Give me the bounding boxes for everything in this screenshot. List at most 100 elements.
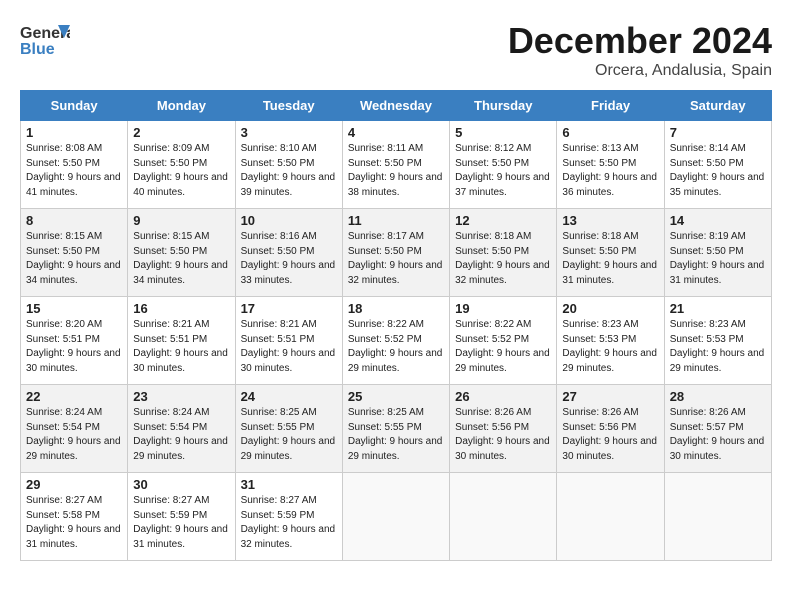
day-number: 31 (241, 477, 337, 492)
day-number: 6 (562, 125, 658, 140)
day-number: 4 (348, 125, 444, 140)
calendar-cell: 26 Sunrise: 8:26 AMSunset: 5:56 PMDayligh… (450, 385, 557, 473)
day-number: 29 (26, 477, 122, 492)
weekday-header-monday: Monday (128, 91, 235, 121)
page-header: General Blue December 2024 Orcera, Andal… (20, 20, 772, 80)
calendar-week-4: 22 Sunrise: 8:24 AMSunset: 5:54 PMDayligh… (21, 385, 772, 473)
day-number: 30 (133, 477, 229, 492)
day-number: 3 (241, 125, 337, 140)
title-block: December 2024 Orcera, Andalusia, Spain (508, 20, 772, 80)
calendar-cell: 14 Sunrise: 8:19 AMSunset: 5:50 PMDayligh… (664, 209, 771, 297)
calendar-cell: 10 Sunrise: 8:16 AMSunset: 5:50 PMDayligh… (235, 209, 342, 297)
day-number: 18 (348, 301, 444, 316)
day-info: Sunrise: 8:15 AMSunset: 5:50 PMDaylight:… (133, 230, 229, 288)
day-info: Sunrise: 8:26 AMSunset: 5:57 PMDaylight:… (670, 406, 766, 464)
calendar-cell: 19Sunrise: 8:22 AMSunset: 5:52 PMDayligh… (450, 297, 557, 385)
day-info: Sunrise: 8:12 AMSunset: 5:50 PMDaylight:… (455, 142, 551, 200)
day-info: Sunrise: 8:27 AMSunset: 5:59 PMDaylight:… (133, 494, 229, 552)
calendar-cell: 25Sunrise: 8:25 AMSunset: 5:55 PMDayligh… (342, 385, 449, 473)
day-number: 1 (26, 125, 122, 140)
calendar-cell: 20Sunrise: 8:23 AMSunset: 5:53 PMDayligh… (557, 297, 664, 385)
day-info: Sunrise: 8:22 AMSunset: 5:52 PMDaylight:… (348, 318, 444, 376)
weekday-header-wednesday: Wednesday (342, 91, 449, 121)
day-info: Sunrise: 8:27 AMSunset: 5:58 PMDaylight:… (26, 494, 122, 552)
day-number: 2 (133, 125, 229, 140)
day-number: 5 (455, 125, 551, 140)
day-info: Sunrise: 8:13 AMSunset: 5:50 PMDaylight:… (562, 142, 658, 200)
weekday-header-tuesday: Tuesday (235, 91, 342, 121)
day-info: Sunrise: 8:24 AMSunset: 5:54 PMDaylight:… (133, 406, 229, 464)
calendar-cell: 4 Sunrise: 8:11 AMSunset: 5:50 PMDaylight… (342, 121, 449, 209)
calendar-cell: 9Sunrise: 8:15 AMSunset: 5:50 PMDaylight… (128, 209, 235, 297)
calendar-cell: 24 Sunrise: 8:25 AMSunset: 5:55 PMDayligh… (235, 385, 342, 473)
day-info: Sunrise: 8:17 AMSunset: 5:50 PMDaylight:… (348, 230, 444, 288)
day-number: 13 (562, 213, 658, 228)
calendar-cell: 15 Sunrise: 8:20 AMSunset: 5:51 PMDayligh… (21, 297, 128, 385)
calendar-week-2: 8 Sunrise: 8:15 AMSunset: 5:50 PMDaylight… (21, 209, 772, 297)
month-title: December 2024 (508, 20, 772, 62)
calendar-cell (342, 473, 449, 561)
day-number: 12 (455, 213, 551, 228)
day-number: 22 (26, 389, 122, 404)
day-number: 16 (133, 301, 229, 316)
day-info: Sunrise: 8:23 AMSunset: 5:53 PMDaylight:… (562, 318, 658, 376)
day-number: 14 (670, 213, 766, 228)
calendar-cell: 23 Sunrise: 8:24 AMSunset: 5:54 PMDayligh… (128, 385, 235, 473)
weekday-header-saturday: Saturday (664, 91, 771, 121)
day-info: Sunrise: 8:23 AMSunset: 5:53 PMDaylight:… (670, 318, 766, 376)
day-number: 11 (348, 213, 444, 228)
calendar-cell (557, 473, 664, 561)
day-number: 23 (133, 389, 229, 404)
day-number: 17 (241, 301, 337, 316)
day-info: Sunrise: 8:24 AMSunset: 5:54 PMDaylight:… (26, 406, 122, 464)
calendar-cell: 11 Sunrise: 8:17 AMSunset: 5:50 PMDayligh… (342, 209, 449, 297)
calendar-cell: 29 Sunrise: 8:27 AMSunset: 5:58 PMDayligh… (21, 473, 128, 561)
day-number: 7 (670, 125, 766, 140)
day-info: Sunrise: 8:25 AMSunset: 5:55 PMDaylight:… (241, 406, 337, 464)
day-number: 24 (241, 389, 337, 404)
calendar-cell: 18 Sunrise: 8:22 AMSunset: 5:52 PMDayligh… (342, 297, 449, 385)
svg-text:Blue: Blue (20, 41, 55, 58)
calendar-cell: 2Sunrise: 8:09 AMSunset: 5:50 PMDaylight… (128, 121, 235, 209)
day-number: 25 (348, 389, 444, 404)
calendar-cell: 5 Sunrise: 8:12 AMSunset: 5:50 PMDaylight… (450, 121, 557, 209)
calendar-cell: 3 Sunrise: 8:10 AMSunset: 5:50 PMDaylight… (235, 121, 342, 209)
calendar-cell: 28 Sunrise: 8:26 AMSunset: 5:57 PMDayligh… (664, 385, 771, 473)
day-info: Sunrise: 8:08 AMSunset: 5:50 PMDaylight:… (26, 142, 122, 200)
day-number: 21 (670, 301, 766, 316)
calendar-cell (450, 473, 557, 561)
calendar-week-5: 29 Sunrise: 8:27 AMSunset: 5:58 PMDayligh… (21, 473, 772, 561)
calendar-cell: 7Sunrise: 8:14 AMSunset: 5:50 PMDaylight… (664, 121, 771, 209)
day-info: Sunrise: 8:18 AMSunset: 5:50 PMDaylight:… (562, 230, 658, 288)
weekday-header-friday: Friday (557, 91, 664, 121)
day-info: Sunrise: 8:19 AMSunset: 5:50 PMDaylight:… (670, 230, 766, 288)
day-info: Sunrise: 8:11 AMSunset: 5:50 PMDaylight:… (348, 142, 444, 200)
day-number: 8 (26, 213, 122, 228)
day-number: 27 (562, 389, 658, 404)
calendar-week-3: 15 Sunrise: 8:20 AMSunset: 5:51 PMDayligh… (21, 297, 772, 385)
calendar-cell: 17 Sunrise: 8:21 AMSunset: 5:51 PMDayligh… (235, 297, 342, 385)
day-info: Sunrise: 8:26 AMSunset: 5:56 PMDaylight:… (455, 406, 551, 464)
location: Orcera, Andalusia, Spain (508, 62, 772, 80)
day-info: Sunrise: 8:21 AMSunset: 5:51 PMDaylight:… (241, 318, 337, 376)
calendar-cell: 22 Sunrise: 8:24 AMSunset: 5:54 PMDayligh… (21, 385, 128, 473)
calendar-cell: 16Sunrise: 8:21 AMSunset: 5:51 PMDayligh… (128, 297, 235, 385)
day-info: Sunrise: 8:15 AMSunset: 5:50 PMDaylight:… (26, 230, 122, 288)
weekday-header-sunday: Sunday (21, 91, 128, 121)
day-info: Sunrise: 8:16 AMSunset: 5:50 PMDaylight:… (241, 230, 337, 288)
calendar-cell: 30 Sunrise: 8:27 AMSunset: 5:59 PMDayligh… (128, 473, 235, 561)
day-info: Sunrise: 8:27 AMSunset: 5:59 PMDaylight:… (241, 494, 337, 552)
calendar-cell: 1 Sunrise: 8:08 AMSunset: 5:50 PMDaylight… (21, 121, 128, 209)
day-number: 15 (26, 301, 122, 316)
calendar-cell: 27Sunrise: 8:26 AMSunset: 5:56 PMDayligh… (557, 385, 664, 473)
day-number: 28 (670, 389, 766, 404)
calendar-cell: 21 Sunrise: 8:23 AMSunset: 5:53 PMDayligh… (664, 297, 771, 385)
day-info: Sunrise: 8:22 AMSunset: 5:52 PMDaylight:… (455, 318, 551, 376)
day-info: Sunrise: 8:20 AMSunset: 5:51 PMDaylight:… (26, 318, 122, 376)
calendar-cell (664, 473, 771, 561)
day-number: 26 (455, 389, 551, 404)
logo: General Blue (20, 20, 74, 60)
day-info: Sunrise: 8:10 AMSunset: 5:50 PMDaylight:… (241, 142, 337, 200)
calendar-cell: 8 Sunrise: 8:15 AMSunset: 5:50 PMDaylight… (21, 209, 128, 297)
day-number: 10 (241, 213, 337, 228)
